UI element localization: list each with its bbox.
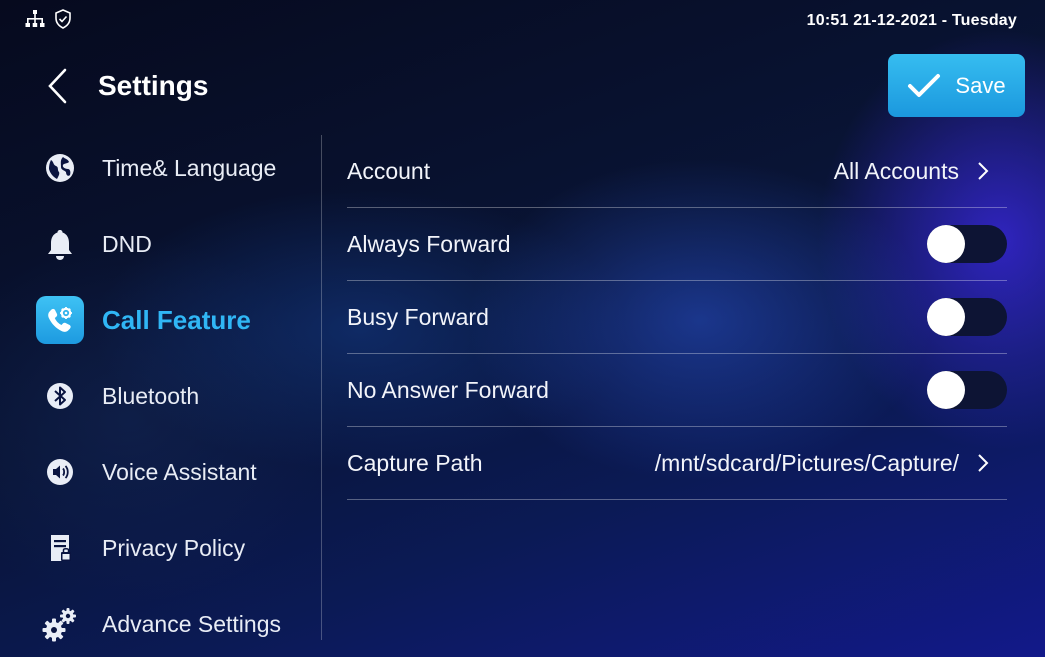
bell-icon [36, 220, 84, 268]
document-lock-icon [36, 524, 84, 572]
sidebar-divider [321, 135, 322, 640]
busy-forward-toggle[interactable] [927, 298, 1007, 336]
chevron-left-icon [48, 68, 67, 104]
settings-screen: 10:51 21-12-2021 - Tuesday Settings Save… [0, 0, 1045, 657]
no-answer-forward-row: No Answer Forward [347, 354, 1007, 427]
row-label: Always Forward [347, 230, 511, 257]
shield-check-icon [52, 8, 74, 30]
checkmark-icon [908, 73, 941, 97]
account-value: All Accounts [833, 157, 959, 184]
sidebar-item-label: Call Feature [102, 304, 251, 335]
status-bar: 10:51 21-12-2021 - Tuesday [0, 0, 1045, 40]
always-forward-toggle[interactable] [927, 225, 1007, 263]
phone-settings-icon [36, 296, 84, 344]
row-value-group: All Accounts [834, 158, 1007, 185]
toggle-knob [927, 298, 965, 336]
save-label: Save [955, 72, 1006, 98]
busy-forward-row: Busy Forward [347, 281, 1007, 354]
no-answer-forward-toggle[interactable] [927, 371, 1007, 409]
sidebar-item-time-language[interactable]: Time& Language [36, 142, 316, 194]
bluetooth-icon [36, 372, 84, 420]
toggle-knob [927, 371, 965, 409]
row-label: Busy Forward [347, 303, 489, 330]
sidebar-item-privacy-policy[interactable]: Privacy Policy [36, 522, 316, 574]
page-title: Settings [98, 70, 209, 101]
row-label: Account [347, 157, 431, 184]
toggle-knob [927, 225, 965, 263]
capture-path-row[interactable]: Capture Path /mnt/sdcard/Pictures/Captur… [347, 427, 1007, 500]
sidebar-item-label: Advance Settings [102, 610, 282, 637]
network-icon [24, 8, 46, 30]
sidebar-item-call-feature[interactable]: Call Feature [36, 294, 316, 346]
sidebar-item-voice-assistant[interactable]: Voice Assistant [36, 446, 316, 498]
phone-settings-icon-wrapper [36, 296, 84, 344]
gears-icon [36, 600, 84, 648]
chevron-right-icon [978, 162, 989, 180]
row-label: Capture Path [347, 449, 483, 476]
sidebar-item-dnd[interactable]: DND [36, 218, 316, 270]
capture-path-value: /mnt/sdcard/Pictures/Capture/ [654, 449, 959, 476]
sidebar-item-label: Privacy Policy [102, 534, 246, 561]
save-button[interactable]: Save [888, 54, 1025, 117]
row-value-group: /mnt/sdcard/Pictures/Capture/ [655, 450, 1007, 477]
chevron-right-icon [978, 454, 989, 472]
sidebar-item-label: DND [102, 230, 152, 257]
account-row[interactable]: Account All Accounts [347, 135, 1007, 208]
sidebar-item-label: Bluetooth [102, 382, 200, 409]
sidebar-item-advance-settings[interactable]: Advance Settings [36, 598, 316, 650]
globe-icon [36, 144, 84, 192]
status-datetime: 10:51 21-12-2021 - Tuesday [806, 12, 1017, 29]
always-forward-row: Always Forward [347, 208, 1007, 281]
sidebar-item-label: Time& Language [102, 154, 277, 181]
sidebar-item-label: Voice Assistant [102, 458, 257, 485]
row-label: No Answer Forward [347, 376, 549, 403]
sidebar-item-bluetooth[interactable]: Bluetooth [36, 370, 316, 422]
speaker-icon [36, 448, 84, 496]
back-button[interactable] [40, 64, 76, 108]
